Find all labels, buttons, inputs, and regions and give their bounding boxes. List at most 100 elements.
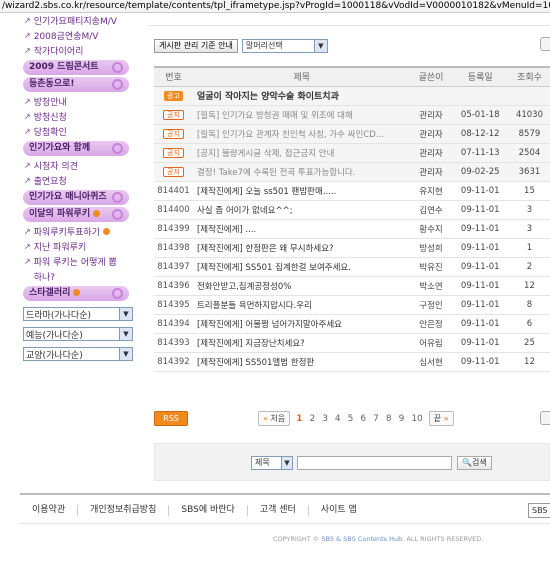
table-row[interactable]: 814400 사실 좀 어이가 없네요^^; 김연수 09-11-01 3 <box>154 200 550 220</box>
page-link-6[interactable]: 6 <box>360 414 366 424</box>
post-title[interactable]: [제작진에게] .... <box>197 223 256 235</box>
post-title-cell[interactable]: 결정! Take7에 수록된 전곡 투표가능합니다. <box>192 162 411 182</box>
post-title-cell[interactable]: [제작진에게] 지금장난치세요? <box>192 333 411 353</box>
ad-title[interactable]: 얼굴이 작아지는 양악수술 화이트치과 <box>197 92 339 102</box>
scroll-edge-button[interactable] <box>540 411 550 425</box>
post-title-cell[interactable]: 사실 좀 어이가 없네요^^; <box>192 200 411 220</box>
post-title-cell[interactable]: [제작진에게] .... <box>192 219 411 239</box>
swirl-icon <box>112 192 123 203</box>
sidebar-section-heading[interactable]: 인기가요 매니아퀴즈 <box>23 190 129 205</box>
post-title[interactable]: 트리플분들 욕먼하지맙시다.우리 <box>197 299 312 311</box>
double-right-arrow-icon: » <box>443 414 449 423</box>
post-title[interactable]: [제작진에게] 오늘 ss501 팬밤판매..... <box>197 185 336 197</box>
sidebar-link[interactable]: ↗ 출연요청 <box>20 173 135 188</box>
post-title[interactable]: [필독] 인기가요 관계자 친인척 사칭, 가수 싸인CD... <box>197 128 384 140</box>
sidebar-link[interactable]: ↗ 시청자 의견 <box>20 158 135 173</box>
sidebar-link[interactable]: ↗ 당첨확인 <box>20 124 135 139</box>
genre-select[interactable]: 예능(가나다순) ▼ <box>23 327 133 341</box>
post-title[interactable]: [제작진에게] SS501 집계한걸 보여주세요. <box>197 261 351 273</box>
post-title-cell[interactable]: [제작진에게] 오늘 ss501 팬밤판매..... <box>192 181 411 201</box>
first-page-button[interactable]: « 처음 <box>258 411 291 426</box>
post-title[interactable]: [제작진에게] 어물쩡 넘어가지말아주세요 <box>197 318 342 330</box>
genre-select[interactable]: 교양(가나다순) ▼ <box>23 347 133 361</box>
post-number: 공지 <box>154 143 193 163</box>
page-link-7[interactable]: 7 <box>373 414 379 424</box>
post-title-cell[interactable]: [제작진에게] 어물쩡 넘어가지말아주세요 <box>192 314 411 334</box>
scroll-edge-button[interactable] <box>540 37 550 51</box>
genre-select[interactable]: 드라마(가나다순) ▼ <box>23 307 133 321</box>
rss-button[interactable]: RSS <box>154 411 188 426</box>
footer-link[interactable]: 이용약관 <box>20 504 79 516</box>
post-title[interactable]: [제작진에게] 지금장난치세요? <box>197 337 305 349</box>
table-row[interactable]: 814397 [제작진에게] SS501 집계한걸 보여주세요. 박유진 09-11-… <box>154 257 550 277</box>
post-title-cell[interactable]: 전화안받고,집계공정성0% <box>192 276 411 296</box>
post-title-cell[interactable]: [제작진에게] SS501앨범 한정판 <box>192 352 411 372</box>
post-title[interactable]: [제작진에게] 한정판은 왜 무시하세요? <box>197 242 334 254</box>
post-views: 41030 <box>508 105 550 125</box>
table-row[interactable]: 814395 트리플분들 욕먼하지맙시다.우리 구정인 09-11-01 8 <box>154 295 550 315</box>
sidebar-section-heading[interactable]: 인기가요와 함께 <box>23 141 129 156</box>
sidebar-link[interactable]: ↗ 파워루키투표하기 <box>20 224 135 239</box>
post-title-cell[interactable]: [필독] 인기가요 방청권 매매 및 위조에 대해 <box>192 105 411 125</box>
table-row[interactable]: 814399 [제작진에게] .... 황수지 09-11-01 3 <box>154 219 550 239</box>
post-title[interactable]: 전화안받고,집계공정성0% <box>197 280 291 292</box>
sidebar-link[interactable]: ↗ 인기가요패티지송M/V <box>20 13 135 28</box>
table-row[interactable]: 814392 [제작진에게] SS501앨범 한정판 심서현 09-11-01 12 <box>154 352 550 372</box>
post-title[interactable]: 사실 좀 어이가 없네요^^; <box>197 204 293 216</box>
table-row[interactable]: 814396 전화안받고,집계공정성0% 박소연 09-11-01 12 <box>154 276 550 296</box>
page-link-4[interactable]: 4 <box>335 414 341 424</box>
page-link-5[interactable]: 5 <box>348 414 354 424</box>
search-field-select[interactable]: 제목 ▼ <box>251 456 293 470</box>
sidebar-link[interactable]: ↗하나? <box>20 269 135 284</box>
page-link-2[interactable]: 2 <box>309 414 315 424</box>
post-title[interactable]: [제작진에게] SS501앨범 한정판 <box>197 356 314 368</box>
footer-link[interactable]: 고객 센터 <box>248 504 309 516</box>
sidebar-link[interactable]: ↗ 2008금연송M/V <box>20 28 135 43</box>
sidebar-section-heading[interactable]: 이달의 파워루키 <box>23 207 129 222</box>
header-filter-select[interactable]: 말머리선택 ▼ <box>241 39 328 53</box>
board-area: 게시판 관리 기준 안내 말머리선택 ▼ 번호 제목 글쓴이 등록일 조회수 광… <box>148 13 550 483</box>
search-input[interactable] <box>297 456 452 470</box>
notice-row[interactable]: 공지 [필독] 인기가요 관계자 친인척 사칭, 가수 싸인CD... 관리자 08-… <box>154 124 550 144</box>
table-row[interactable]: 814393 [제작진에게] 지금장난치세요? 어유림 09-11-01 25 <box>154 333 550 353</box>
last-page-button[interactable]: 끝 » <box>428 411 454 426</box>
post-title[interactable]: [공지] 불량게시글 삭제, 접근금지 안내 <box>197 147 334 159</box>
sidebar-section-heading[interactable]: 2009 드림콘서트 <box>23 60 129 75</box>
page-link-3[interactable]: 3 <box>322 414 328 424</box>
post-number: 814398 <box>154 238 193 258</box>
notice-row[interactable]: 공지 [필독] 인기가요 방청권 매매 및 위조에 대해 관리자 05-01-18 41… <box>154 105 550 125</box>
post-title-cell[interactable]: [제작진에게] SS501 집계한걸 보여주세요. <box>192 257 411 277</box>
sidebar-link[interactable]: ↗ 방청신청 <box>20 109 135 124</box>
board-policy-button[interactable]: 게시판 관리 기준 안내 <box>154 39 238 53</box>
page-link-1[interactable]: 1 <box>296 414 302 424</box>
col-num-header: 번호 <box>154 66 193 87</box>
sidebar-section-heading[interactable]: 등촌동으로! <box>23 77 129 92</box>
table-row[interactable]: 814401 [제작진에게] 오늘 ss501 팬밤판매..... 유지현 09-11… <box>154 181 550 201</box>
post-title-cell[interactable]: 트리플분들 욕먼하지맙시다.우리 <box>192 295 411 315</box>
table-row[interactable]: 814394 [제작진에게] 어물쩡 넘어가지말아주세요 안은정 09-11-01 6 <box>154 314 550 334</box>
post-title-cell[interactable]: [제작진에게] 한정판은 왜 무시하세요? <box>192 238 411 258</box>
post-title[interactable]: 결정! Take7에 수록된 전곡 투표가능합니다. <box>197 166 355 178</box>
footer-link[interactable]: 개인정보취급방침 <box>78 504 170 516</box>
footer-link[interactable]: SBS에 바란다 <box>169 504 248 516</box>
sidebar-link[interactable]: ↗ 파워 루키는 어떻게 뽑 <box>20 254 135 269</box>
address-bar[interactable]: /wizard2.sbs.co.kr/resource/template/con… <box>0 0 550 13</box>
page-link-10[interactable]: 10 <box>411 414 422 424</box>
page-link-8[interactable]: 8 <box>386 414 392 424</box>
post-title-cell[interactable]: [필독] 인기가요 관계자 친인척 사칭, 가수 싸인CD... <box>192 124 411 144</box>
ad-row[interactable]: 광고 얼굴이 작아지는 양악수술 화이트치과 <box>154 86 550 106</box>
sidebar-section-heading[interactable]: 스타갤러리 <box>23 286 129 301</box>
footer-link[interactable]: 사이트 맵 <box>309 505 369 516</box>
ad-title-cell[interactable]: 얼굴이 작아지는 양악수술 화이트치과 <box>192 86 550 106</box>
post-title-cell[interactable]: [공지] 불량게시글 삭제, 접근금지 안내 <box>192 143 411 163</box>
page-link-9[interactable]: 9 <box>399 414 405 424</box>
table-row[interactable]: 814398 [제작진에게] 한정판은 왜 무시하세요? 방성희 09-11-01 1 <box>154 238 550 258</box>
post-title[interactable]: [필독] 인기가요 방청권 매매 및 위조에 대해 <box>197 109 353 121</box>
notice-row[interactable]: 공지 [공지] 불량게시글 삭제, 접근금지 안내 관리자 07-11-13 2504 <box>154 143 550 163</box>
search-button[interactable]: 🔍검색 <box>457 456 492 470</box>
notice-row[interactable]: 공지 결정! Take7에 수록된 전곡 투표가능합니다. 관리자 09-02-25 3… <box>154 162 550 182</box>
sidebar-link[interactable]: ↗ 지난 파워루키 <box>20 239 135 254</box>
sidebar-link[interactable]: ↗ 작가다이어리 <box>20 43 135 58</box>
sidebar-link[interactable]: ↗ 방청안내 <box>20 94 135 109</box>
family-site-select[interactable]: SBS <box>528 503 550 518</box>
